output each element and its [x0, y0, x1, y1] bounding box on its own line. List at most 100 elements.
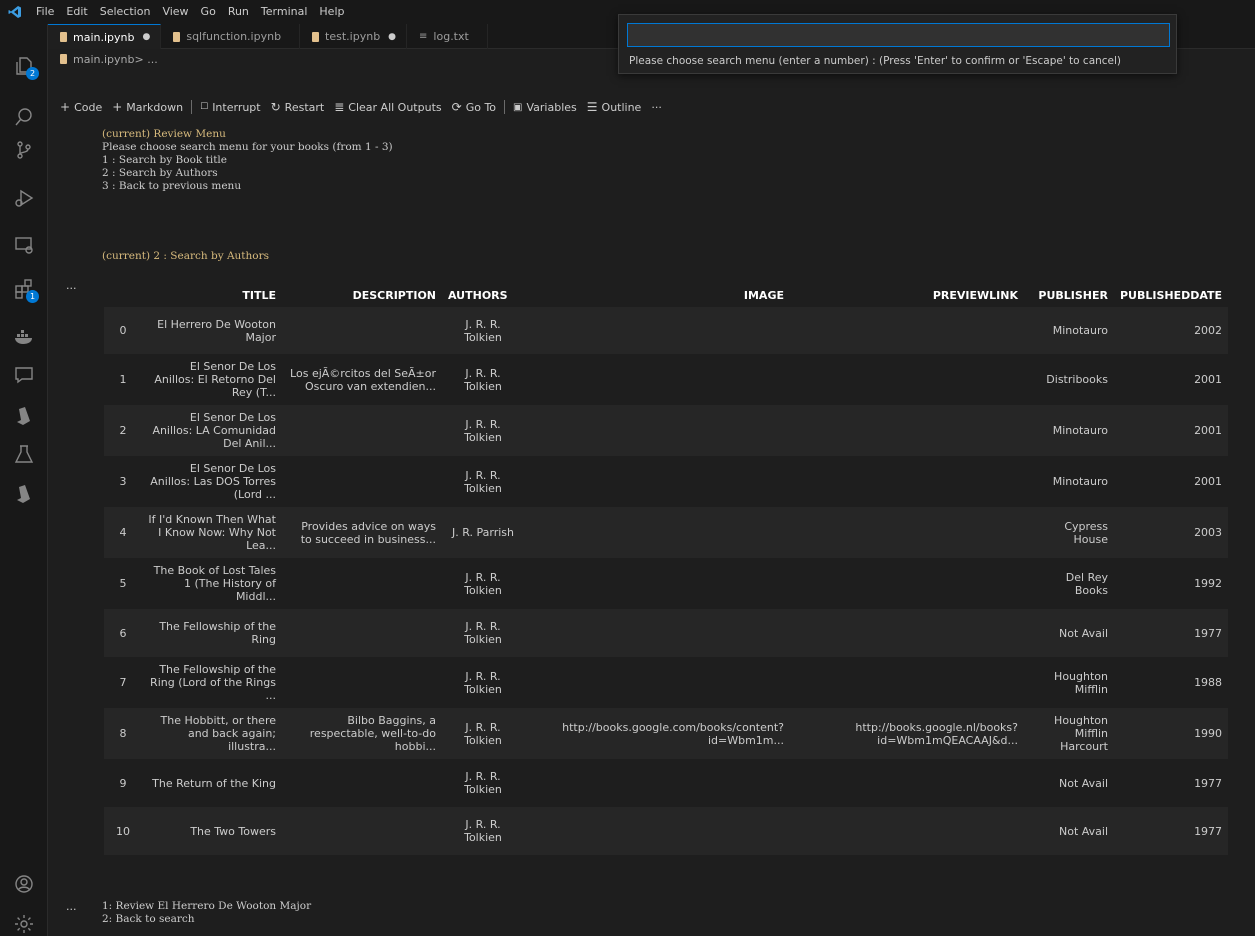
cell-publisheddate: 1988 — [1194, 676, 1223, 689]
tab-test-ipynb[interactable]: test.ipynb ● — [300, 24, 408, 49]
outline-icon: ☰ — [586, 100, 598, 114]
review-menu-title: (current) Review Menu — [102, 128, 226, 140]
extensions-badge: 1 — [26, 290, 39, 303]
cell-description — [282, 609, 442, 657]
markdown-label: Markdown — [126, 100, 184, 114]
cell-title: The Fellowship of the Ring — [159, 620, 276, 646]
notebook-file-icon — [312, 31, 320, 42]
cell-title: The Book of Lost Tales 1 (The History of… — [153, 564, 276, 603]
restart-label: Restart — [284, 100, 325, 114]
settings-gear-icon[interactable] — [12, 912, 36, 936]
cell-publisher: Distribooks — [1046, 373, 1108, 386]
tab-sqlfunction-ipynb[interactable]: sqlfunction.ipynb — [161, 24, 301, 49]
restart-button[interactable]: ↻ Restart — [271, 100, 325, 114]
add-markdown-cell-button[interactable]: + Markdown — [112, 100, 183, 114]
testing-icon[interactable] — [12, 442, 36, 466]
cell-description — [282, 759, 442, 807]
cell-publisheddate: 1977 — [1194, 824, 1223, 838]
header-publisher: PUBLISHER — [1038, 288, 1108, 302]
cell-publisheddate: 2002 — [1194, 324, 1223, 337]
tab-label: main.ipynb — [73, 30, 135, 44]
interrupt-button[interactable]: ☐ Interrupt — [200, 101, 261, 114]
menu-run[interactable]: Run — [222, 0, 255, 24]
menu-selection[interactable]: Selection — [94, 0, 157, 24]
row-index: 4 — [119, 526, 127, 539]
cell-title: The Hobbitt, or there and back again; il… — [160, 714, 276, 753]
outline-button[interactable]: ☰ Outline — [587, 100, 642, 114]
cell-title: The Fellowship of the Ring (Lord of the … — [150, 663, 276, 702]
stop-square-icon: ☐ — [200, 102, 209, 112]
clear-outputs-button[interactable]: ≣ Clear All Outputs — [334, 100, 441, 114]
review-menu-text: (current) Review Menu Please choose sear… — [102, 128, 393, 193]
outline-label: Outline — [601, 100, 642, 114]
account-icon[interactable] — [12, 872, 36, 896]
cell-publisher: Not Avail — [1058, 626, 1108, 640]
cell-authors: J. R. R. Tolkien — [464, 770, 502, 796]
variables-button[interactable]: ▣ Variables — [513, 101, 577, 114]
review-menu-option-2: 2 : Search by Authors — [102, 167, 218, 179]
menu-help[interactable]: Help — [313, 0, 350, 24]
modified-indicator[interactable]: ● — [142, 32, 150, 42]
cell-image — [524, 807, 790, 855]
cell-title: If I'd Known Then What I Know Now: Why N… — [148, 513, 276, 552]
output-more-actions[interactable]: ··· — [66, 282, 77, 295]
cell-publisheddate: 1977 — [1194, 776, 1223, 790]
cell-publisher: Not Avail — [1058, 776, 1108, 790]
explorer-icon[interactable]: 2 — [12, 54, 39, 80]
modified-indicator[interactable]: ● — [388, 32, 396, 42]
clear-all-icon: ≣ — [334, 100, 345, 114]
table-row: 4 If I'd Known Then What I Know Now: Why … — [104, 507, 1229, 558]
table-row: 0 El Herrero De Wooton Major J. R. R. Tolk… — [104, 307, 1229, 354]
cell-authors: J. R. R. Tolkien — [464, 720, 502, 747]
breadcrumb-file[interactable]: main.ipynb — [73, 53, 134, 66]
menu-view[interactable]: View — [156, 0, 194, 24]
cell-image — [524, 609, 790, 657]
cell-previewlink — [790, 456, 1024, 507]
cell-description — [282, 307, 442, 354]
cell-publisher: Minotauro — [1052, 475, 1108, 488]
table-row: 6 The Fellowship of the Ring J. R. R. Tolk… — [104, 609, 1229, 657]
source-control-icon[interactable] — [12, 138, 36, 162]
output-more-actions[interactable]: ··· — [66, 903, 77, 916]
cell-image — [524, 657, 790, 708]
row-index: 8 — [119, 727, 127, 740]
run-debug-icon[interactable] — [12, 186, 36, 210]
menu-file[interactable]: File — [30, 0, 60, 24]
menu-terminal[interactable]: Terminal — [255, 0, 314, 24]
table-row: 1 El Senor De Los Anillos: El Retorno Del… — [104, 354, 1228, 405]
docker-icon[interactable] — [12, 324, 36, 348]
row-index: 7 — [119, 676, 127, 689]
add-code-cell-button[interactable]: + Code — [60, 100, 102, 114]
breadcrumb: main.ipynb > ... — [60, 50, 158, 68]
tab-label: log.txt — [433, 30, 469, 43]
cell-description — [282, 807, 442, 855]
quick-input-field[interactable] — [627, 23, 1170, 47]
chat-icon[interactable] — [12, 363, 36, 387]
tab-log-txt[interactable]: ≡ log.txt — [407, 24, 488, 49]
header-title: TITLE — [242, 288, 276, 302]
azure-secondary-icon[interactable] — [12, 482, 36, 506]
variables-icon: ▣ — [513, 101, 523, 113]
row-index: 2 — [119, 424, 127, 437]
cell-publisheddate: 2003 — [1194, 526, 1223, 539]
table-row: 3 El Senor De Los Anillos: Las DOS Torres… — [104, 456, 1228, 507]
books-table: TITLE DESCRIPTION AUTHORS IMAGE PREVIEWL… — [104, 283, 1229, 855]
notebook-file-icon — [60, 54, 67, 64]
tab-main-ipynb[interactable]: main.ipynb ● — [48, 24, 162, 49]
menu-go[interactable]: Go — [195, 0, 222, 24]
azure-icon[interactable] — [12, 404, 36, 428]
cell-authors: J. R. R. Tolkien — [464, 417, 502, 444]
review-menu-prompt: Please choose search menu for your books… — [102, 141, 393, 153]
cell-image — [524, 307, 790, 354]
variables-label: Variables — [526, 100, 577, 114]
cell-image — [524, 759, 790, 807]
menu-edit[interactable]: Edit — [60, 0, 93, 24]
cell-output: (current) Review Menu Please choose sear… — [48, 120, 1255, 936]
extensions-icon[interactable]: 1 — [12, 277, 39, 303]
more-actions-button[interactable]: ··· — [651, 101, 662, 114]
remote-explorer-icon[interactable] — [12, 233, 36, 257]
goto-button[interactable]: ⟳ Go To — [452, 100, 496, 114]
row-index: 10 — [116, 824, 130, 838]
search-icon[interactable] — [12, 105, 36, 129]
breadcrumb-rest[interactable]: > ... — [134, 53, 157, 66]
